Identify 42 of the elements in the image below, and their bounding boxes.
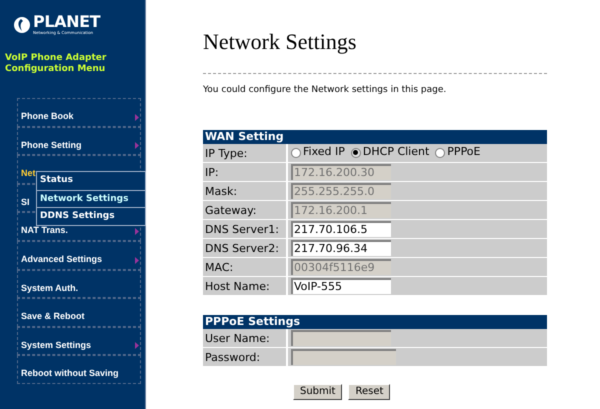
- menu-item[interactable]: Phone Book: [17, 98, 141, 127]
- menu-item[interactable]: Save & Reboot: [17, 298, 141, 327]
- radio-button[interactable]: [291, 148, 301, 158]
- radio-label: PPPoE: [447, 144, 480, 160]
- page-title: Network Settings: [203, 28, 358, 56]
- field-label: DNS Server1:: [203, 220, 288, 238]
- input-field[interactable]: 217.70.96.34: [291, 240, 391, 256]
- intro-text: You could configure the Network settings in this page.: [203, 84, 448, 97]
- field-label: IP Type:: [203, 144, 288, 162]
- field-label: DNS Server2:: [203, 238, 288, 256]
- logo-icon: [13, 16, 31, 34]
- table-header: PPPoE Settings: [203, 314, 547, 328]
- form-button[interactable]: Submit: [293, 384, 342, 400]
- menu-item[interactable]: Phone Setting: [17, 126, 141, 156]
- arrow-icon: [135, 228, 139, 235]
- logo-text: PLANET: [33, 14, 100, 30]
- radio-button[interactable]: [350, 148, 361, 158]
- submenu-item[interactable]: DDNS Settings: [37, 207, 145, 224]
- input-field[interactable]: 217.70.106.5: [291, 220, 391, 236]
- field-label: User Name:: [203, 328, 288, 346]
- table-header: WAN Setting: [203, 130, 547, 144]
- menu-heading: VoIP Phone Adapter Configuration Menu: [4, 53, 108, 75]
- field-label: Host Name:: [203, 276, 288, 294]
- menu-item[interactable]: Advanced Settings: [17, 240, 141, 270]
- submenu-item[interactable]: Network Settings: [37, 190, 145, 207]
- field-label: Mask:: [203, 182, 288, 200]
- field-label: IP:: [203, 162, 288, 180]
- arrow-icon: [135, 256, 139, 264]
- arrow-icon: [135, 114, 139, 121]
- field-label: MAC:: [203, 258, 288, 276]
- radio-button[interactable]: [435, 148, 446, 158]
- form-button[interactable]: Reset: [348, 384, 390, 400]
- arrow-icon: [135, 142, 139, 150]
- input-field[interactable]: VoIP-555: [291, 278, 391, 294]
- arrow-icon: [135, 342, 139, 350]
- field-label: Gateway:: [203, 200, 288, 218]
- menu-item[interactable]: Reboot without Saving: [17, 355, 141, 384]
- field-label: Password:: [203, 348, 288, 366]
- menu-item[interactable]: System Auth.: [17, 270, 141, 298]
- radio-label: Fixed IP: [303, 144, 345, 160]
- menu-item[interactable]: System Settings: [17, 326, 141, 356]
- radio-label: DHCP Client: [362, 144, 430, 160]
